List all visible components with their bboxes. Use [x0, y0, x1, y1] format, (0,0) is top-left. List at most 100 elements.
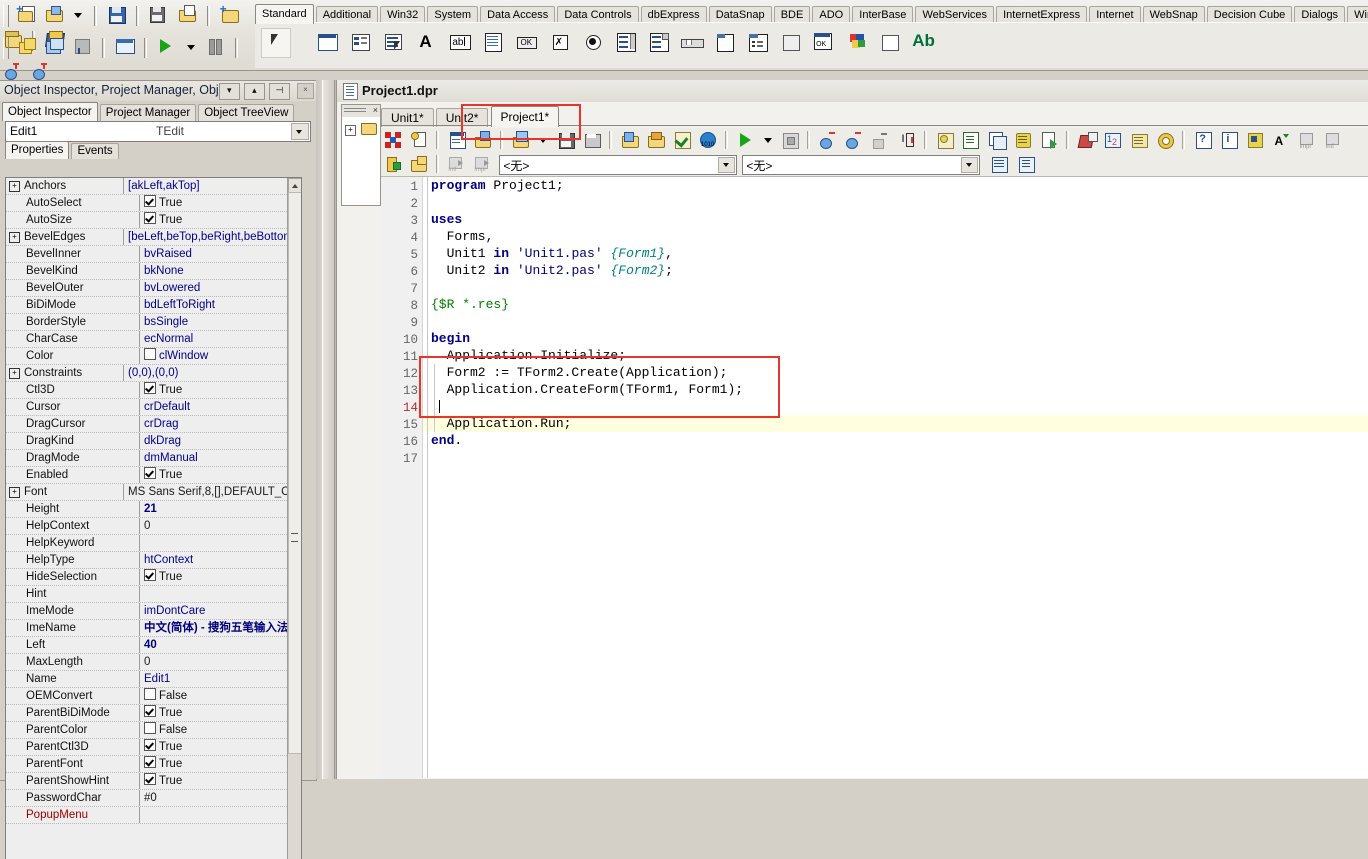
- remove-from-project-icon[interactable]: [645, 129, 667, 151]
- property-row[interactable]: ImeName 中文(简体) - 搜狗五笔输入法: [6, 620, 301, 637]
- checkbox-icon[interactable]: [144, 688, 156, 700]
- property-row[interactable]: DragMode dmManual: [6, 450, 301, 467]
- code-line[interactable]: Application.Run;: [431, 415, 572, 432]
- palette-checkbox-icon[interactable]: ✗: [545, 28, 573, 56]
- property-row[interactable]: HelpKeyword: [6, 535, 301, 552]
- evaluate-icon[interactable]: [934, 129, 956, 151]
- save-icon[interactable]: [105, 3, 129, 27]
- build-icon[interactable]: 1010: [697, 129, 719, 151]
- code-line[interactable]: Forms,: [431, 228, 494, 245]
- property-row[interactable]: PasswordChar #0: [6, 790, 301, 807]
- chevron-down-icon[interactable]: [718, 157, 736, 173]
- palette-shape-icon[interactable]: [875, 28, 903, 56]
- checkbox-icon[interactable]: [144, 195, 156, 207]
- palette-scrollbar-icon[interactable]: [677, 28, 705, 56]
- pin-icon[interactable]: ⊣: [268, 83, 290, 100]
- property-value[interactable]: ecNormal: [140, 331, 301, 347]
- module-icon[interactable]: [408, 153, 430, 175]
- scroll-up-icon[interactable]: [288, 178, 301, 193]
- property-value[interactable]: dmManual: [140, 450, 301, 466]
- run-icon[interactable]: [735, 129, 757, 151]
- checkbox-icon[interactable]: [144, 722, 156, 734]
- checkbox-icon[interactable]: [144, 705, 156, 717]
- check-syntax-icon[interactable]: [671, 129, 693, 151]
- close-icon[interactable]: ×: [297, 83, 314, 99]
- code-text-area[interactable]: 1 2 3 4 5 6 7 8 9 10 11 12 13 14 15 16 17 program Projec…: [381, 177, 1368, 778]
- run-dropdown-icon[interactable]: [184, 35, 200, 59]
- font-grow-icon[interactable]: A: [1270, 129, 1292, 151]
- code-line[interactable]: Unit2 in 'Unit2.pas' {Form2};: [431, 262, 673, 279]
- property-value[interactable]: Edit1: [140, 671, 301, 687]
- property-value[interactable]: htContext: [140, 552, 301, 568]
- property-value[interactable]: [140, 535, 301, 551]
- tab-properties[interactable]: Properties: [5, 141, 70, 159]
- edit-icon[interactable]: [960, 129, 982, 151]
- property-row[interactable]: ParentCtl3D True: [6, 739, 301, 756]
- property-value[interactable]: True: [140, 739, 301, 755]
- code-template-icon[interactable]: [1128, 129, 1150, 151]
- interface-nav-icon[interactable]: Intf: [1323, 129, 1345, 151]
- palette-mainmenu-icon[interactable]: [346, 28, 374, 56]
- property-value[interactable]: [beLeft,beTop,beRight,beBottom]: [124, 229, 301, 245]
- tree-expand-icon[interactable]: +: [345, 125, 356, 136]
- property-row[interactable]: + Font MS Sans Serif,8,[],DEFAULT_CHAR: [6, 484, 301, 501]
- property-value[interactable]: 40: [140, 637, 301, 653]
- property-value[interactable]: 0: [140, 518, 301, 534]
- view-unit-icon[interactable]: [15, 35, 39, 59]
- property-row[interactable]: PopupMenu: [6, 807, 301, 824]
- dock-tab-object-inspector[interactable]: Object Inspector: [2, 102, 98, 121]
- property-value[interactable]: bdLeftToRight: [140, 297, 301, 313]
- new-item-icon[interactable]: [408, 129, 430, 151]
- help-icon[interactable]: ?: [1192, 129, 1214, 151]
- property-row[interactable]: HideSelection True: [6, 569, 301, 586]
- property-value[interactable]: 中文(简体) - 搜狗五笔输入法: [140, 620, 301, 636]
- property-row[interactable]: MaxLength 0: [6, 654, 301, 671]
- implementation-nav-icon[interactable]: Impl: [472, 153, 494, 175]
- dock-tab-project-manager[interactable]: Project Manager: [99, 104, 197, 121]
- tip-icon[interactable]: [1244, 129, 1266, 151]
- property-value[interactable]: True: [140, 756, 301, 772]
- outdent-icon[interactable]: [1015, 153, 1037, 175]
- indent-icon[interactable]: [988, 153, 1010, 175]
- palette-pointer-tool[interactable]: [261, 28, 291, 58]
- interface-nav-icon[interactable]: Intf: [446, 153, 468, 175]
- component-selector-combo[interactable]: Edit1 TEdit: [5, 121, 311, 142]
- property-row[interactable]: ParentColor False: [6, 722, 301, 739]
- property-row[interactable]: Left 40: [6, 637, 301, 654]
- open-project-icon[interactable]: [176, 3, 200, 27]
- property-value[interactable]: True: [140, 773, 301, 789]
- step-over-icon[interactable]: [843, 129, 865, 151]
- procedure-combo[interactable]: <无>: [742, 155, 981, 175]
- find-icon[interactable]: [1076, 129, 1098, 151]
- run-to-cursor-icon[interactable]: [869, 129, 891, 151]
- run-icon[interactable]: [155, 35, 179, 59]
- new-unit-icon[interactable]: [446, 129, 468, 151]
- info-icon[interactable]: i: [1218, 129, 1240, 151]
- property-row[interactable]: + Anchors [akLeft,akTop]: [6, 178, 301, 195]
- options-icon[interactable]: [1154, 129, 1176, 151]
- property-row[interactable]: BiDiMode bdLeftToRight: [6, 297, 301, 314]
- save-all-icon[interactable]: [147, 3, 171, 27]
- toolbar-grip[interactable]: [3, 5, 9, 27]
- dock-tab-object-treeview[interactable]: Object TreeView: [198, 104, 295, 121]
- property-row[interactable]: HelpType htContext: [6, 552, 301, 569]
- property-row[interactable]: DragCursor crDrag: [6, 416, 301, 433]
- property-grid[interactable]: + Anchors [akLeft,akTop] AutoSelect True Auto…: [5, 177, 302, 859]
- property-value[interactable]: crDefault: [140, 399, 301, 415]
- palette-edit-icon[interactable]: ab: [445, 28, 473, 56]
- code-line[interactable]: Application.CreateForm(TForm1, Form1);: [431, 381, 743, 398]
- property-row[interactable]: Name Edit1: [6, 671, 301, 688]
- property-value[interactable]: MS Sans Serif,8,[],DEFAULT_CHAR: [124, 484, 301, 500]
- palette-memo-icon[interactable]: [478, 28, 506, 56]
- property-row[interactable]: ImeMode imDontCare: [6, 603, 301, 620]
- property-row[interactable]: Enabled True: [6, 467, 301, 484]
- property-row[interactable]: + BevelEdges [beLeft,beTop,beRight,beBotto…: [6, 229, 301, 246]
- property-row[interactable]: HelpContext 0: [6, 518, 301, 535]
- references-icon[interactable]: [1012, 129, 1034, 151]
- property-row[interactable]: ParentFont True: [6, 756, 301, 773]
- property-row[interactable]: + Constraints (0,0),(0,0): [6, 365, 301, 382]
- dock-splitter[interactable]: [316, 80, 338, 779]
- property-row[interactable]: AutoSize True: [6, 212, 301, 229]
- palette-label-icon[interactable]: A: [412, 28, 440, 56]
- property-row[interactable]: Height 21: [6, 501, 301, 518]
